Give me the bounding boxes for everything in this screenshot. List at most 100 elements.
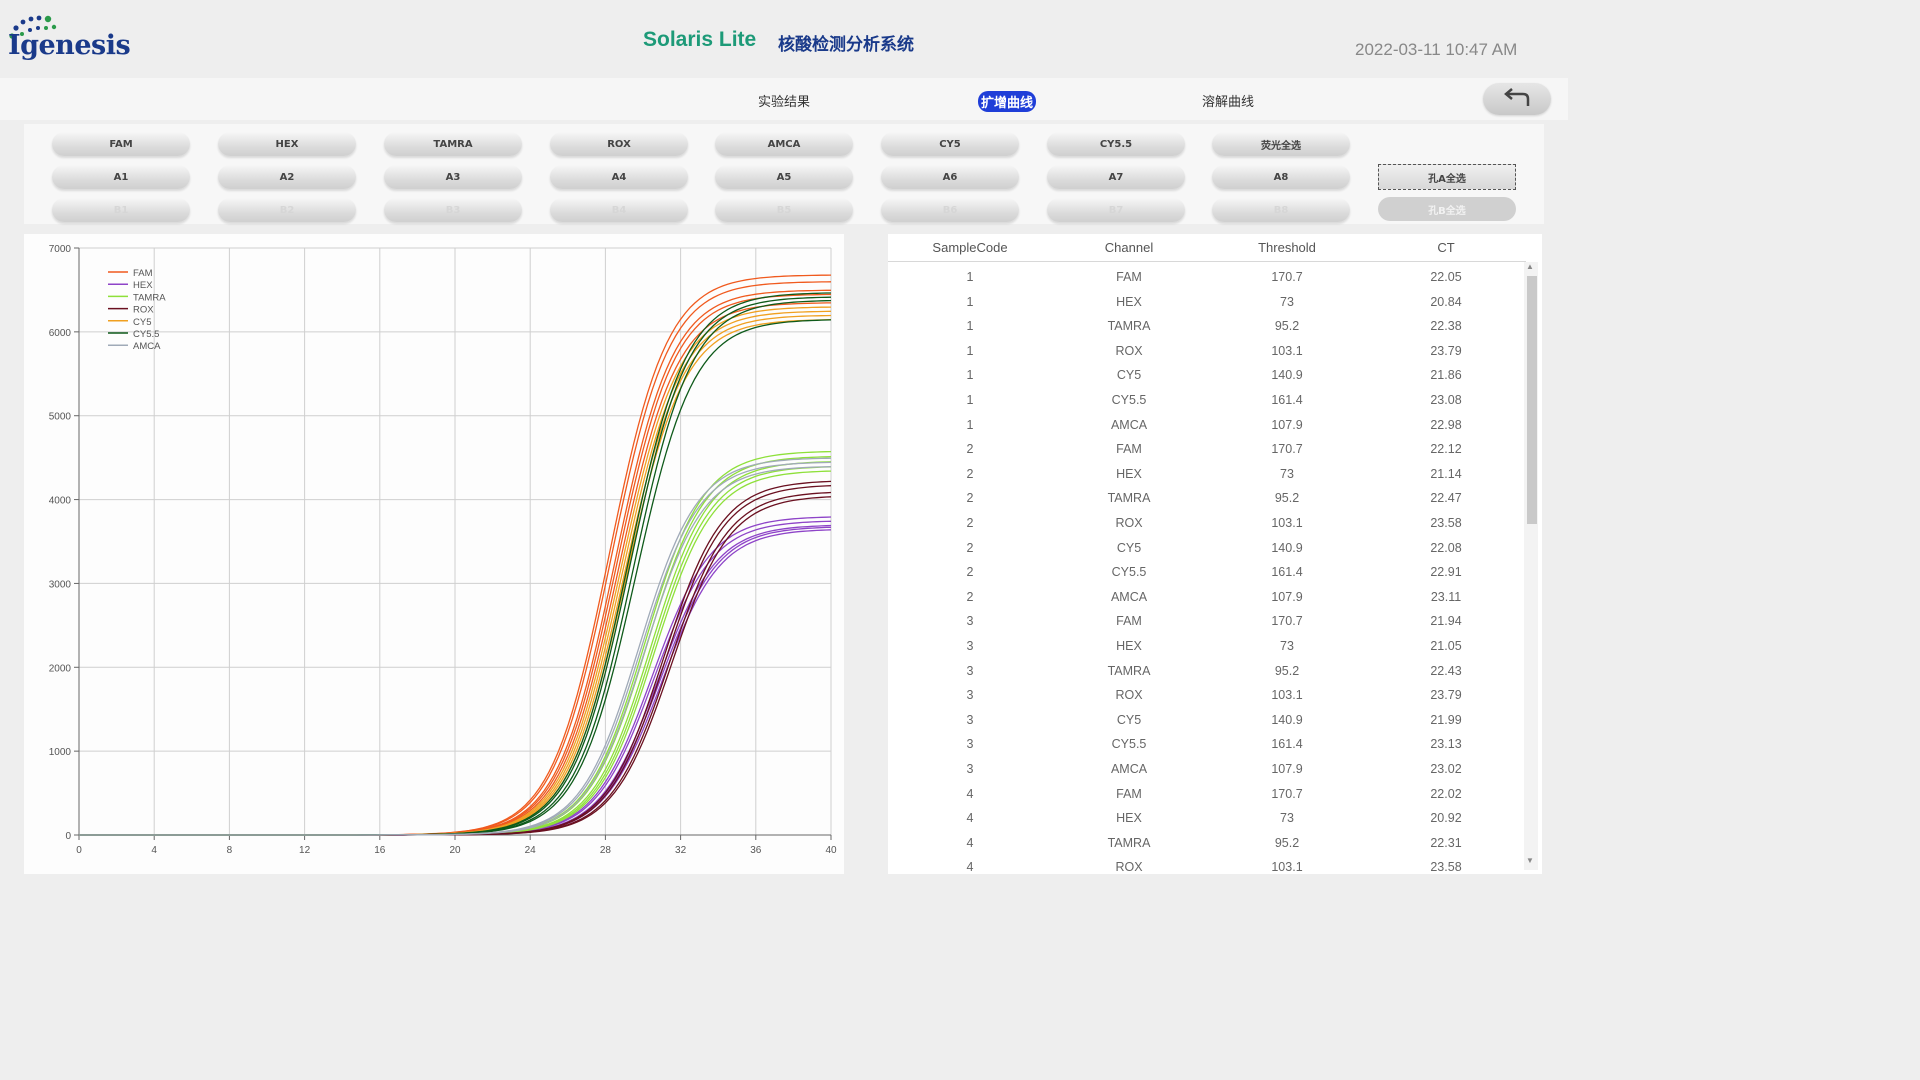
column-header-threshold[interactable]: Threshold	[1207, 240, 1367, 255]
cell-threshold: 95.2	[1274, 663, 1300, 678]
tab-amplification-curve[interactable]: 扩增曲线	[978, 91, 1037, 112]
table-row[interactable]: 1 AMCA 107.9 22.98	[888, 414, 1526, 439]
select-all-row-b-button[interactable]: 孔B全选	[1378, 197, 1516, 221]
well-button-a3[interactable]: A3	[384, 165, 522, 189]
scroll-up-icon[interactable]: ▲	[1526, 262, 1534, 271]
cell-threshold: 95.2	[1274, 491, 1300, 506]
app-subtitle: 核酸检测分析系统	[778, 35, 914, 55]
well-button-a4[interactable]: A4	[550, 165, 688, 189]
well-button-a6[interactable]: A6	[881, 165, 1019, 189]
legend-label: ROX	[133, 305, 154, 316]
well-button-b4[interactable]: B4	[550, 198, 688, 222]
well-button-b1[interactable]: B1	[52, 198, 190, 222]
table-row[interactable]: 3 ROX 103.1 23.79	[888, 684, 1526, 709]
cell-channel: FAM	[1116, 270, 1142, 284]
well-button-a2[interactable]: A2	[218, 165, 356, 189]
channel-button-amca[interactable]: AMCA	[715, 132, 853, 156]
table-row[interactable]: 2 HEX 73 21.14	[888, 463, 1526, 488]
table-row[interactable]: 4 FAM 170.7 22.02	[888, 783, 1526, 808]
cell-samplecode: 4	[966, 811, 974, 826]
table-row[interactable]: 1 CY5.5 161.4 23.08	[888, 389, 1526, 414]
cell-threshold: 103.1	[1271, 688, 1303, 703]
table-row[interactable]: 3 AMCA 107.9 23.02	[888, 758, 1526, 783]
table-row[interactable]: 2 TAMRA 95.2 22.47	[888, 487, 1526, 512]
tab-experiment-results[interactable]: 实验结果	[758, 91, 810, 110]
table-row[interactable]: 1 TAMRA 95.2 22.38	[888, 315, 1526, 340]
cell-channel: AMCA	[1110, 417, 1148, 432]
cell-ct: 22.02	[1430, 786, 1462, 801]
table-row[interactable]: 2 FAM 170.7 22.12	[888, 438, 1526, 463]
table-row[interactable]: 2 ROX 103.1 23.58	[888, 512, 1526, 537]
table-row[interactable]: 1 ROX 103.1 23.79	[888, 340, 1526, 365]
cell-samplecode: 3	[966, 737, 974, 752]
channel-button-hex[interactable]: HEX	[218, 132, 356, 156]
cell-samplecode: 3	[966, 614, 974, 629]
well-button-a8[interactable]: A8	[1212, 165, 1350, 189]
cell-threshold: 161.4	[1271, 565, 1303, 580]
cell-samplecode: 2	[966, 589, 974, 604]
cell-channel: AMCA	[1110, 762, 1148, 776]
table-row[interactable]: 4 ROX 103.1 23.58	[888, 856, 1526, 874]
channel-button-cy5-5[interactable]: CY5.5	[1047, 132, 1185, 156]
well-button-b7[interactable]: B7	[1047, 198, 1185, 222]
table-row[interactable]: 1 FAM 170.7 22.05	[888, 266, 1526, 291]
y-tick-label: 3000	[49, 579, 72, 590]
table-row[interactable]: 1 CY5 140.9 21.86	[888, 364, 1526, 389]
cell-ct: 20.92	[1430, 811, 1462, 826]
ct-results-table: SampleCode Channel Threshold CT 1 FAM 170.…	[888, 234, 1542, 874]
table-row[interactable]: 3 CY5 140.9 21.99	[888, 709, 1526, 734]
table-row[interactable]: 3 FAM 170.7 21.94	[888, 610, 1526, 635]
well-button-b3[interactable]: B3	[384, 198, 522, 222]
cell-channel: CY5	[1116, 368, 1142, 383]
well-button-b8[interactable]: B8	[1212, 198, 1350, 222]
cell-ct: 21.86	[1430, 368, 1462, 383]
channel-button-tamra[interactable]: TAMRA	[384, 132, 522, 156]
channel-button-cy5[interactable]: CY5	[881, 132, 1019, 156]
well-button-b6[interactable]: B6	[881, 198, 1019, 222]
scroll-down-icon[interactable]: ▼	[1526, 856, 1534, 865]
cell-samplecode: 1	[966, 393, 974, 407]
table-row[interactable]: 3 TAMRA 95.2 22.43	[888, 660, 1526, 685]
well-button-b5[interactable]: B5	[715, 198, 853, 222]
table-scrollbar[interactable]: ▲ ▼	[1524, 262, 1538, 870]
cell-ct: 23.11	[1430, 589, 1462, 604]
table-row[interactable]: 2 CY5.5 161.4 22.91	[888, 561, 1526, 586]
channel-button-rox[interactable]: ROX	[550, 132, 688, 156]
back-button[interactable]	[1483, 83, 1551, 115]
well-button-a1[interactable]: A1	[52, 165, 190, 189]
cell-threshold: 170.7	[1271, 270, 1303, 284]
well-button-a5[interactable]: A5	[715, 165, 853, 189]
select-all-row-a-button[interactable]: 孔A全选	[1378, 164, 1516, 190]
cell-samplecode: 4	[966, 835, 974, 850]
table-row[interactable]: 1 HEX 73 20.84	[888, 291, 1526, 316]
cell-channel: CY5.5	[1111, 565, 1147, 580]
table-row[interactable]: 3 CY5.5 161.4 23.13	[888, 733, 1526, 758]
cell-threshold: 107.9	[1271, 417, 1303, 432]
cell-threshold: 103.1	[1271, 516, 1303, 530]
cell-threshold: 140.9	[1271, 712, 1303, 727]
table-row[interactable]: 3 HEX 73 21.05	[888, 635, 1526, 660]
channel-button-fam[interactable]: FAM	[52, 132, 190, 156]
y-tick-label: 5000	[49, 412, 72, 423]
cell-samplecode: 1	[966, 343, 974, 358]
cell-threshold: 73	[1280, 466, 1294, 481]
cell-channel: ROX	[1115, 688, 1143, 703]
cell-ct: 22.47	[1430, 491, 1462, 506]
cell-channel: TAMRA	[1107, 491, 1151, 506]
column-header-ct[interactable]: CT	[1366, 240, 1526, 255]
well-button-a7[interactable]: A7	[1047, 165, 1185, 189]
amplification-chart[interactable]: 0 4 8 12 16 20 24 28 32 36 40 0 1000 2000 3000 4000 5000…	[24, 234, 844, 874]
cell-samplecode: 3	[966, 762, 974, 776]
well-button-b2[interactable]: B2	[218, 198, 356, 222]
cell-samplecode: 2	[966, 491, 974, 506]
cell-threshold: 103.1	[1271, 343, 1303, 358]
table-row[interactable]: 4 TAMRA 95.2 22.31	[888, 832, 1526, 857]
tab-melting-curve[interactable]: 溶解曲线	[1202, 91, 1254, 110]
column-header-samplecode[interactable]: SampleCode	[890, 240, 1050, 255]
table-row[interactable]: 2 AMCA 107.9 23.11	[888, 586, 1526, 611]
table-row[interactable]: 4 HEX 73 20.92	[888, 807, 1526, 832]
table-row[interactable]: 2 CY5 140.9 22.08	[888, 537, 1526, 562]
column-header-channel[interactable]: Channel	[1049, 240, 1209, 255]
scrollbar-thumb[interactable]	[1527, 276, 1537, 524]
select-all-fluorescence-button[interactable]: 荧光全选	[1212, 132, 1350, 156]
